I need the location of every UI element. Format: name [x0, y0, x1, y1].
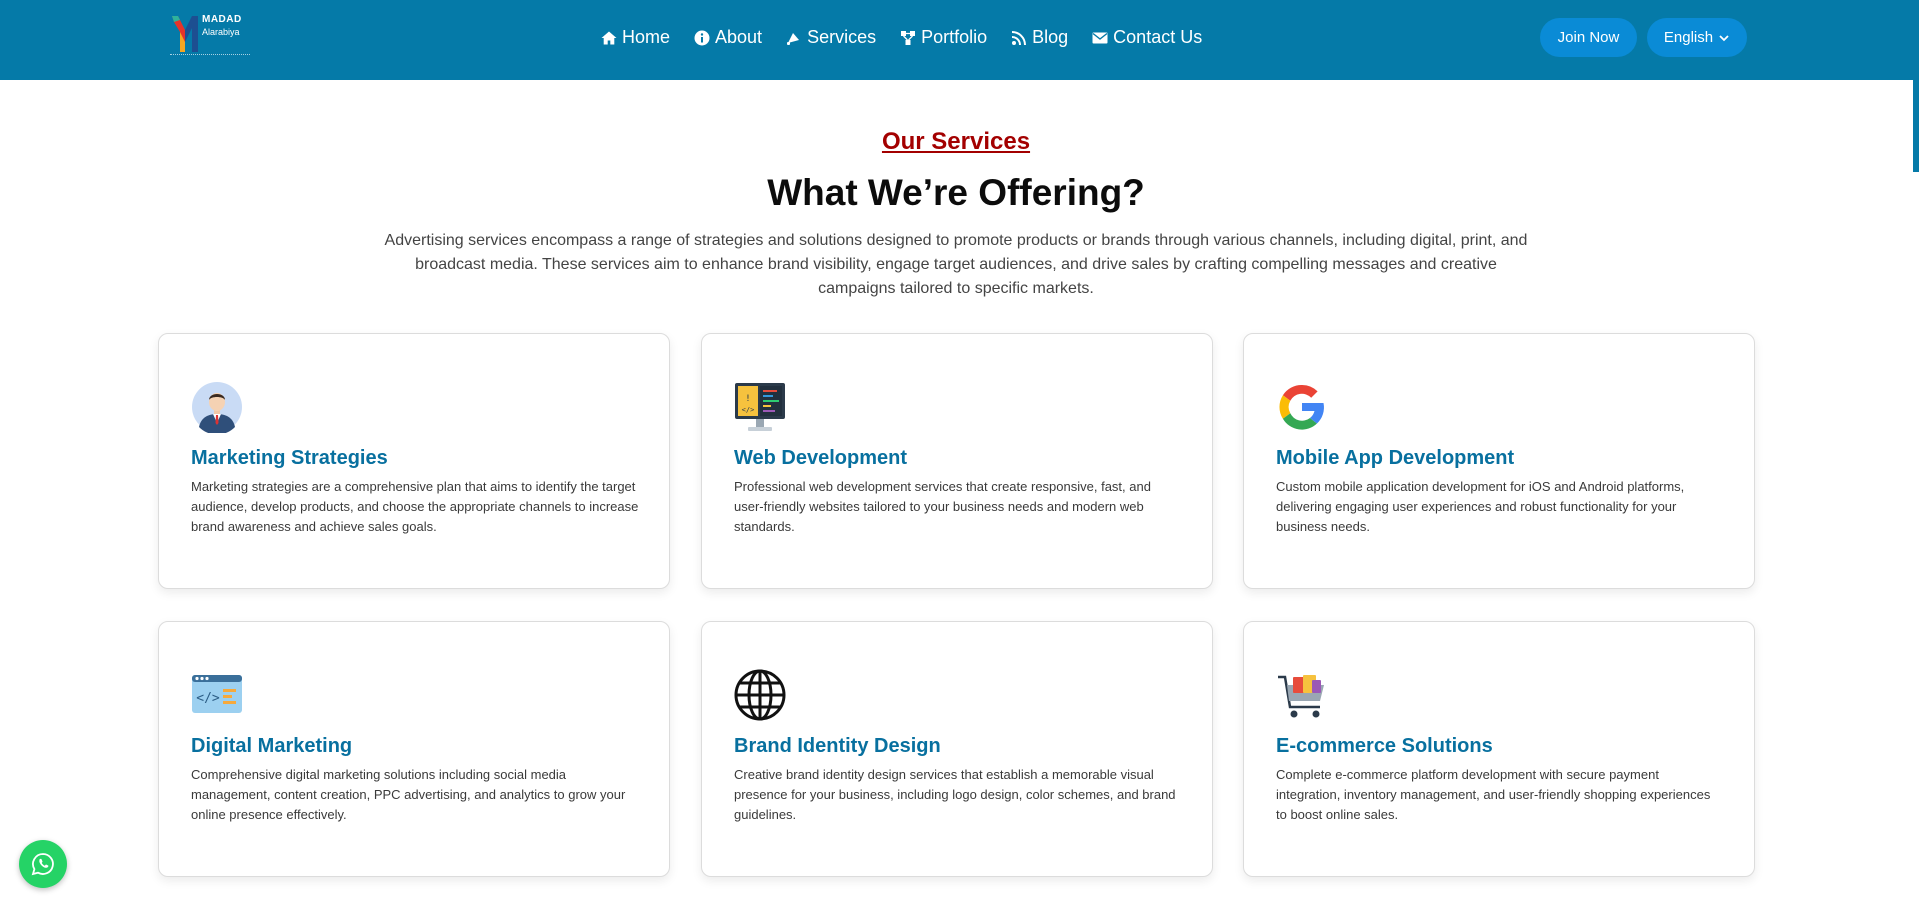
service-description: Comprehensive digital marketing solution…	[191, 767, 626, 822]
scrollbar-track[interactable]	[1913, 80, 1919, 906]
nav-home-label: Home	[622, 27, 671, 47]
service-title: Brand Identity Design	[734, 735, 941, 757]
service-description: Marketing strategies are a comprehensive…	[191, 479, 639, 534]
whatsapp-button[interactable]	[19, 840, 67, 888]
service-description: Professional web development services th…	[734, 479, 1151, 534]
info-icon	[694, 30, 710, 45]
language-dropdown[interactable]: English	[1647, 18, 1747, 57]
service-title: Marketing Strategies	[191, 447, 388, 469]
scrollbar-thumb[interactable]	[1913, 80, 1919, 172]
nav-contact[interactable]: Contact Us	[1092, 27, 1202, 48]
logo-text: MADAD Alarabiya	[202, 14, 242, 38]
whatsapp-icon	[31, 853, 54, 876]
blog-icon	[1012, 30, 1027, 45]
nav-blog[interactable]: Blog	[1011, 27, 1068, 48]
nav-portfolio[interactable]: Portfolio	[900, 27, 987, 48]
service-title: E-commerce Solutions	[1276, 735, 1493, 757]
service-title: Web Development	[734, 447, 907, 469]
service-title: Digital Marketing	[191, 735, 353, 757]
service-description: Creative brand identity design services …	[734, 767, 1176, 822]
businessman-icon	[192, 382, 242, 433]
brand-subname: Alarabiya	[202, 27, 240, 37]
service-card-mobile-app-development[interactable]: Mobile App Development Custom mobile app…	[1243, 333, 1755, 589]
section-title: What We’re Offering?	[767, 172, 1145, 213]
brand-name: MADAD	[202, 14, 242, 25]
logo-mark-icon	[172, 16, 198, 52]
service-card-digital-marketing[interactable]: </> Digital Marketing Comprehensive digi…	[158, 621, 670, 877]
shopping-cart-icon	[1278, 675, 1324, 718]
nav-services[interactable]: Services	[786, 27, 876, 48]
main-nav: Home About Services Portfolio Blog Conta…	[601, 27, 1202, 48]
join-now-button[interactable]: Join Now	[1540, 18, 1637, 57]
nav-home[interactable]: Home	[601, 27, 670, 48]
service-title: Mobile App Development	[1276, 447, 1515, 469]
logo-arabic-tagline	[170, 54, 250, 60]
service-description: Complete e-commerce platform development…	[1276, 767, 1711, 822]
section-intro: Advertising services encompass a range o…	[384, 232, 1528, 297]
mail-icon	[1092, 32, 1108, 43]
google-icon	[1279, 384, 1324, 430]
service-card-marketing-strategies[interactable]: Marketing Strategies Marketing strategie…	[158, 333, 670, 589]
service-card-brand-identity-design[interactable]: Brand Identity Design Creative brand ide…	[701, 621, 1213, 877]
service-description: Custom mobile application development fo…	[1276, 479, 1685, 534]
svg-text:</>: </>	[196, 691, 220, 706]
nav-about[interactable]: About	[694, 27, 762, 48]
nav-about-label: About	[715, 27, 763, 47]
services-icon	[787, 32, 800, 45]
nav-portfolio-label: Portfolio	[921, 27, 988, 47]
section-eyebrow: Our Services	[881, 128, 1031, 155]
portfolio-icon	[901, 30, 916, 45]
svg-text:</>: </>	[742, 406, 755, 414]
code-monitor-icon: ! </>	[735, 383, 785, 431]
service-card-web-development[interactable]: ! </> Web Development Professional web d…	[701, 333, 1213, 589]
code-window-icon: </>	[192, 675, 242, 713]
language-label: English	[1663, 29, 1714, 46]
nav-services-label: Services	[807, 27, 877, 47]
svg-text:!: !	[745, 394, 750, 404]
home-icon	[601, 31, 617, 44]
service-card-ecommerce-solutions[interactable]: E-commerce Solutions Complete e-commerce…	[1243, 621, 1755, 877]
site-header: MADAD Alarabiya Home About Services Port…	[0, 0, 1919, 80]
nav-blog-label: Blog	[1032, 27, 1069, 47]
globe-icon	[734, 669, 786, 721]
chevron-down-icon	[1719, 34, 1729, 41]
nav-contact-label: Contact Us	[1113, 27, 1203, 47]
